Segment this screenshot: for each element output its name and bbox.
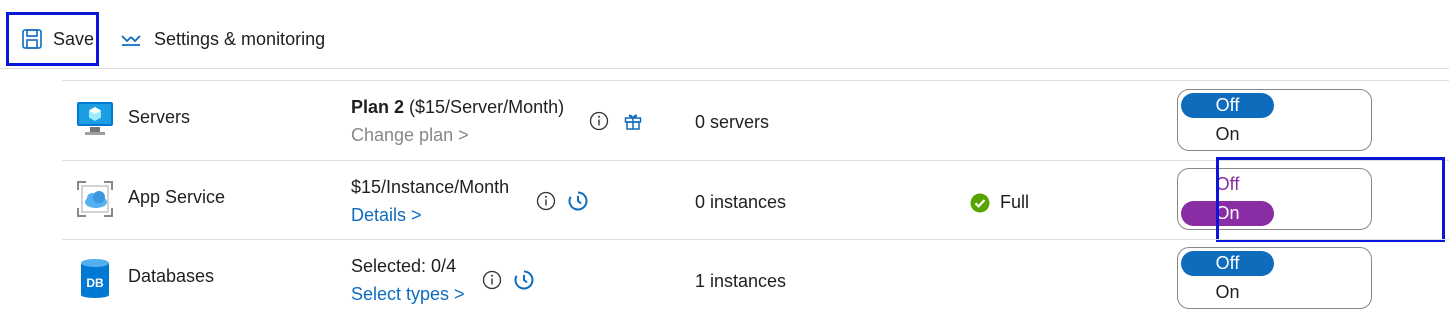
details-link[interactable]: Details >	[351, 205, 422, 226]
plan-name: Databases	[128, 266, 215, 286]
settings-monitoring-icon	[121, 34, 141, 46]
plan-price-detail: ($15/Server/Month)	[404, 97, 565, 117]
coverage-status: Full	[970, 192, 1029, 213]
plan-name: Servers	[128, 107, 191, 127]
check-circle-icon	[970, 193, 990, 212]
info-icon[interactable]	[536, 191, 556, 216]
change-plan-link[interactable]: Change plan >	[351, 125, 469, 146]
toggle-on-option[interactable]: On	[1181, 122, 1274, 147]
settings-monitoring-label: Settings & monitoring	[154, 29, 326, 49]
plan-toggle-databases[interactable]: Off On	[1177, 247, 1372, 309]
plan-price: Selected: 0/4	[351, 256, 457, 276]
toggle-off-option[interactable]: Off	[1181, 93, 1274, 118]
info-icon[interactable]	[589, 111, 609, 136]
save-icon	[22, 29, 42, 49]
save-label: Save	[53, 28, 95, 49]
plan-price: Plan 2 ($15/Server/Month)	[351, 97, 564, 118]
info-icon[interactable]	[482, 270, 502, 295]
select-types-link[interactable]: Select types >	[351, 284, 465, 305]
resource-count: 0 servers	[695, 112, 770, 132]
plan-price: $15/Instance/Month	[351, 177, 510, 197]
plan-toggle-servers[interactable]: Off On	[1177, 89, 1372, 151]
clock-icon[interactable]	[514, 270, 534, 295]
svg-text:DB: DB	[86, 276, 104, 290]
database-icon: DB	[79, 258, 111, 303]
coverage-status-label: Full	[1000, 192, 1030, 212]
app-service-icon	[76, 180, 114, 223]
gift-icon[interactable]	[623, 111, 643, 136]
settings-monitoring-button[interactable]: Settings & monitoring	[120, 29, 325, 50]
server-icon	[76, 101, 114, 140]
toggle-off-option[interactable]: Off	[1181, 251, 1274, 276]
plan-tier: Plan 2	[351, 97, 405, 117]
highlight-box	[1216, 157, 1445, 242]
resource-count: 0 instances	[695, 192, 787, 212]
save-button[interactable]: Save	[6, 12, 99, 66]
toggle-on-option[interactable]: On	[1181, 280, 1274, 305]
command-bar: Save Settings & monitoring	[0, 0, 1449, 69]
clock-icon[interactable]	[568, 191, 588, 216]
resource-count: 1 instances	[695, 271, 787, 291]
plan-name: App Service	[128, 187, 226, 207]
